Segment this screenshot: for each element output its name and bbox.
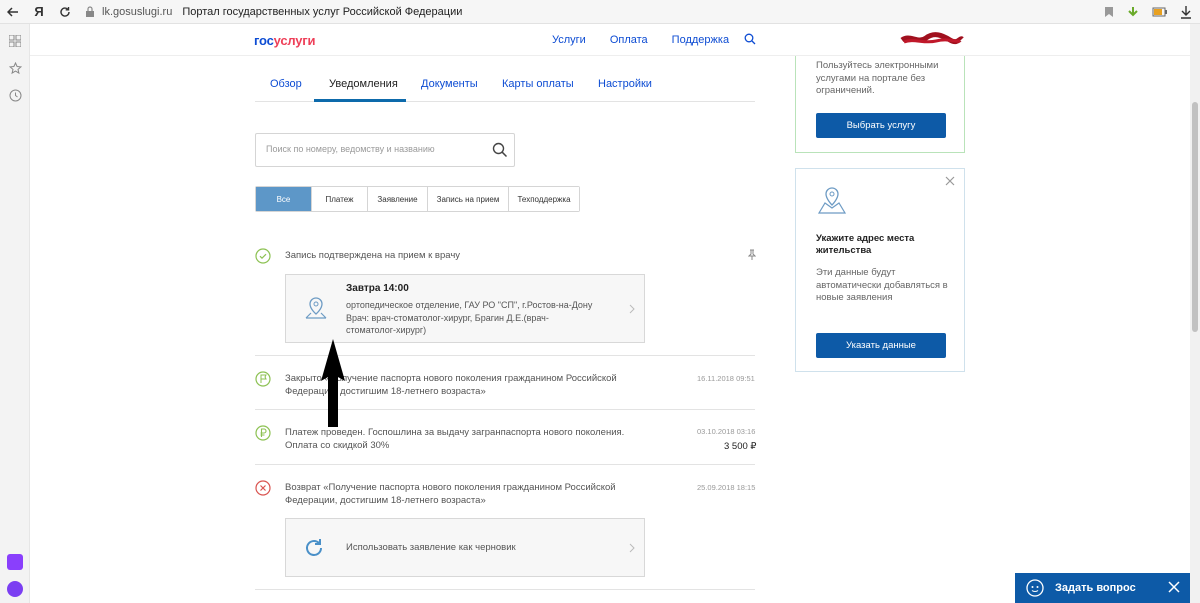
ask-question-label: Задать вопрос	[1055, 582, 1136, 594]
star-icon[interactable]	[8, 61, 22, 75]
notifications-search	[255, 133, 515, 167]
history-clock-icon[interactable]	[8, 88, 22, 102]
check-circle-icon	[255, 248, 271, 264]
nav-services[interactable]: Услуги	[552, 34, 586, 46]
map-location-icon	[817, 187, 847, 214]
nav-payment[interactable]: Оплата	[610, 34, 648, 46]
filter-support[interactable]: Техподдержка	[509, 187, 579, 211]
chat-bot-icon	[1026, 579, 1044, 597]
enter-address-button[interactable]: Указать данные	[816, 333, 946, 358]
gosuslugi-logo[interactable]: госуслуги	[254, 33, 316, 48]
address-widget-description: Эти данные будут автоматически добавлять…	[816, 267, 948, 303]
page-scrollbar[interactable]	[1190, 24, 1200, 603]
payment-amount: 3 500 ₽	[724, 441, 757, 452]
arrow-left-icon	[7, 6, 18, 17]
notification-date: 25.09.2018 18:15	[697, 483, 756, 492]
scrollbar-thumb[interactable]	[1192, 102, 1198, 332]
battery-icon	[1152, 7, 1167, 17]
back-button[interactable]	[0, 0, 26, 24]
map-pin-icon	[305, 297, 327, 319]
close-icon[interactable]	[1168, 581, 1180, 593]
pin-icon[interactable]	[748, 249, 756, 261]
address-widget: Укажите адрес места жительства Эти данны…	[795, 168, 965, 372]
search-icon[interactable]	[492, 142, 508, 158]
appointment-time: Завтра 14:00	[346, 283, 409, 294]
close-icon[interactable]	[944, 175, 956, 187]
notification-title-line: Возврат «Получение паспорта нового покол…	[285, 482, 616, 493]
notification-title-line: Оплата со скидкой 30%	[285, 440, 390, 451]
download-arrow-icon[interactable]	[1126, 6, 1140, 18]
yandex-button[interactable]: Я	[26, 0, 52, 24]
logo-gos: гос	[254, 33, 274, 48]
reload-icon	[60, 6, 70, 17]
error-circle-icon	[255, 480, 271, 496]
ask-question-widget[interactable]: Задать вопрос	[1015, 573, 1190, 603]
draft-card[interactable]: Использовать заявление как черновик	[285, 518, 645, 577]
filter-all[interactable]: Все	[256, 187, 312, 211]
tab-notifications[interactable]: Уведомления	[329, 78, 398, 90]
search-input[interactable]	[266, 144, 486, 154]
search-icon[interactable]	[744, 33, 756, 45]
notification-title[interactable]: Запись подтверждена на прием к врачу	[285, 249, 460, 262]
nav-support[interactable]: Поддержка	[672, 34, 729, 46]
browser-sidebar	[0, 24, 30, 603]
lock-icon	[84, 6, 96, 18]
chevron-right-icon	[629, 304, 635, 314]
redacted-user-name[interactable]	[900, 32, 964, 46]
choose-service-button[interactable]: Выбрать услугу	[816, 113, 946, 138]
feed-divider	[255, 589, 755, 590]
site-header: госуслуги Услуги Оплата Поддержка	[30, 24, 1190, 56]
tab-settings[interactable]: Настройки	[598, 78, 652, 90]
alice-assistant-icon[interactable]	[7, 581, 23, 597]
notification-date: 03.10.2018 03:16	[697, 427, 756, 436]
tab-documents[interactable]: Документы	[421, 78, 478, 90]
filter-chips: Все Платеж Заявление Запись на прием Тех…	[255, 186, 580, 212]
annotation-arrow-icon	[321, 339, 345, 427]
appointment-doctor: Врач: врач-стоматолог-хирург, Брагин Д.Е…	[346, 313, 549, 323]
chevron-right-icon	[629, 543, 635, 553]
bookmark-icon[interactable]	[1104, 6, 1114, 18]
notification-date: 16.11.2018 09:51	[697, 374, 755, 383]
address-bar-domain[interactable]: lk.gosuslugi.ru	[102, 6, 172, 18]
active-tab-indicator	[314, 99, 406, 102]
profile-tabs: Обзор Уведомления Документы Карты оплаты…	[255, 68, 755, 102]
filter-payment[interactable]: Платеж	[312, 187, 368, 211]
tab-payment-cards[interactable]: Карты оплаты	[502, 78, 574, 90]
services-promo: Пользуйтесь электронными услугами на пор…	[795, 56, 965, 153]
draft-card-text: Использовать заявление как черновик	[346, 542, 516, 553]
promo-text: Пользуйтесь электронными услугами на пор…	[816, 60, 939, 96]
browser-toolbar: Я lk.gosuslugi.ru Портал государственных…	[0, 0, 1200, 24]
filter-application[interactable]: Заявление	[368, 187, 428, 211]
appointment-card[interactable]: Завтра 14:00 ортопедическое отделение, Г…	[285, 274, 645, 343]
notification-title[interactable]: Возврат «Получение паспорта нового покол…	[285, 481, 685, 507]
reload-button[interactable]	[52, 0, 78, 24]
feed-divider	[255, 464, 755, 465]
downloads-icon[interactable]	[1180, 5, 1192, 19]
ruble-circle-icon	[255, 425, 271, 441]
refresh-icon	[306, 539, 322, 556]
address-widget-title: Укажите адрес места жительства	[816, 233, 915, 256]
appointment-location: ортопедическое отделение, ГАУ РО "СП", г…	[346, 300, 593, 310]
tab-overview[interactable]: Обзор	[270, 78, 302, 90]
notification-title[interactable]: Платеж проведен. Госпошлина за выдачу за…	[285, 426, 685, 452]
browser-page-title: Портал государственных услуг Российской …	[182, 5, 463, 18]
notification-title-line: Федерации, достигшим 18-летнего возраста…	[285, 386, 486, 397]
flag-circle-icon	[255, 371, 271, 387]
appointment-doctor-cont: стоматолог-хирург)	[346, 325, 427, 335]
main-nav: Услуги Оплата Поддержка	[552, 34, 753, 46]
notification-title-line: Федерации, достигшим 18-летнего возраста…	[285, 495, 486, 506]
apps-grid-icon[interactable]	[8, 34, 22, 48]
alice-app-icon[interactable]	[7, 554, 23, 570]
filter-appointment[interactable]: Запись на прием	[428, 187, 509, 211]
logo-uslugi: услуги	[273, 33, 316, 48]
